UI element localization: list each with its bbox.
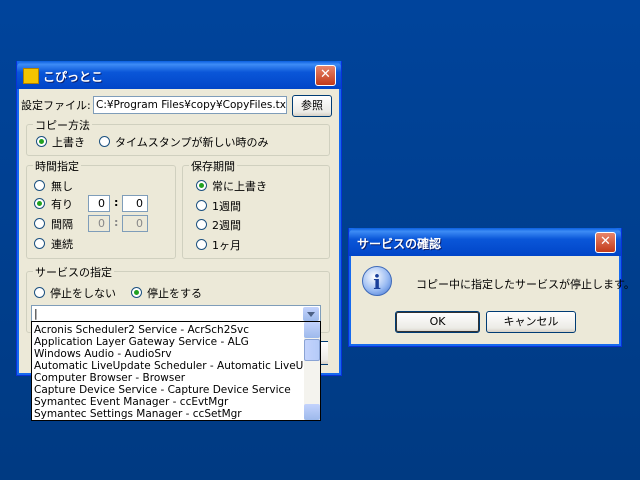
time-continuous-label[interactable]: 連続 — [51, 236, 73, 252]
service-combo[interactable]: | — [31, 305, 321, 322]
time-continuous-radio[interactable] — [34, 238, 45, 249]
time-interval-label[interactable]: 間隔 — [51, 216, 73, 232]
retention-1week-radio[interactable] — [196, 200, 207, 211]
service-stop-radio[interactable] — [131, 287, 142, 298]
time-on-radio[interactable] — [34, 198, 45, 209]
scroll-down-button[interactable] — [304, 404, 320, 420]
list-item[interactable]: Automatic LiveUpdate Scheduler - Automat… — [34, 360, 310, 372]
list-item[interactable]: Symantec Settings Manager - ccSetMgr — [34, 408, 242, 420]
browse-button[interactable]: 参照 — [292, 95, 332, 117]
service-dropdown-list[interactable]: Acronis Scheduler2 Service - AcrSch2Svc … — [31, 321, 321, 421]
copy-method-overwrite-radio[interactable] — [36, 136, 47, 147]
retention-title: 保存期間 — [189, 158, 237, 174]
cancel-button[interactable]: キャンセル — [486, 311, 576, 333]
browse-button-label: 参照 — [301, 99, 323, 112]
service-title: サービスの指定 — [33, 264, 114, 280]
copy-method-title: コピー方法 — [33, 117, 92, 133]
main-titlebar[interactable]: こぴっとこ ✕ — [17, 61, 341, 89]
time-interval-radio[interactable] — [34, 218, 45, 229]
main-window-title: こぴっとこ — [43, 70, 104, 84]
dropdown-scrollbar[interactable] — [304, 322, 320, 420]
ok-button[interactable]: OK — [395, 311, 480, 333]
list-item[interactable]: Windows Audio - AudioSrv — [34, 348, 172, 360]
dialog-titlebar[interactable]: サービスの確認 ✕ — [349, 228, 621, 256]
scroll-thumb[interactable] — [304, 339, 320, 361]
chevron-down-icon[interactable] — [303, 307, 319, 321]
list-item[interactable]: Computer Browser - Browser — [34, 372, 185, 384]
time-interval-separator: : — [114, 216, 119, 229]
service-nostop-radio[interactable] — [34, 287, 45, 298]
time-on-separator: : — [114, 196, 119, 209]
service-stop-label[interactable]: 停止をする — [147, 285, 202, 301]
retention-1week-label[interactable]: 1週間 — [212, 198, 241, 214]
retention-1month-label[interactable]: 1ヶ月 — [212, 237, 241, 253]
close-icon: ✕ — [600, 234, 611, 249]
time-on-hour-input[interactable]: 0 — [88, 195, 110, 212]
ok-button-label: OK — [429, 315, 446, 328]
list-item[interactable]: Symantec Event Manager - ccEvtMgr — [34, 396, 228, 408]
copy-method-overwrite-label[interactable]: 上書き — [52, 134, 85, 150]
copy-method-newer-label[interactable]: タイムスタンプが新しい時のみ — [115, 134, 268, 150]
list-item[interactable]: Acronis Scheduler2 Service - AcrSch2Svc — [34, 324, 249, 336]
main-close-button[interactable]: ✕ — [315, 65, 336, 86]
retention-1month-radio[interactable] — [196, 239, 207, 250]
time-spec-title: 時間指定 — [33, 158, 81, 174]
time-spec-group: 時間指定 — [26, 158, 176, 259]
retention-always-label[interactable]: 常に上書き — [212, 178, 267, 194]
service-nostop-label[interactable]: 停止をしない — [50, 285, 116, 301]
dialog-title: サービスの確認 — [357, 237, 442, 251]
retention-2week-radio[interactable] — [196, 219, 207, 230]
copy-method-newer-radio[interactable] — [99, 136, 110, 147]
time-none-label[interactable]: 無し — [51, 178, 73, 194]
time-on-minute-input[interactable]: 0 — [122, 195, 148, 212]
app-icon — [23, 68, 39, 84]
time-on-label[interactable]: 有り — [51, 196, 73, 212]
retention-always-radio[interactable] — [196, 180, 207, 191]
service-combo-value: | — [34, 307, 38, 320]
info-icon: i — [362, 266, 392, 296]
dialog-message: コピー中に指定したサービスが停止します。 — [416, 278, 635, 291]
list-item[interactable]: Capture Device Service - Capture Device … — [34, 384, 291, 396]
list-item[interactable]: Application Layer Gateway Service - ALG — [34, 336, 249, 348]
info-icon-glyph: i — [373, 270, 381, 294]
close-icon: ✕ — [320, 67, 331, 82]
settings-file-label: 設定ファイル: — [21, 99, 91, 112]
retention-2week-label[interactable]: 2週間 — [212, 217, 241, 233]
scroll-up-button[interactable] — [304, 322, 320, 338]
time-interval-hour-input: 0 — [88, 215, 110, 232]
settings-file-input[interactable]: C:¥Program Files¥copy¥CopyFiles.txt — [93, 96, 287, 114]
time-none-radio[interactable] — [34, 180, 45, 191]
time-interval-minute-input: 0 — [122, 215, 148, 232]
dialog-close-button[interactable]: ✕ — [595, 232, 616, 253]
cancel-button-label: キャンセル — [503, 315, 559, 328]
